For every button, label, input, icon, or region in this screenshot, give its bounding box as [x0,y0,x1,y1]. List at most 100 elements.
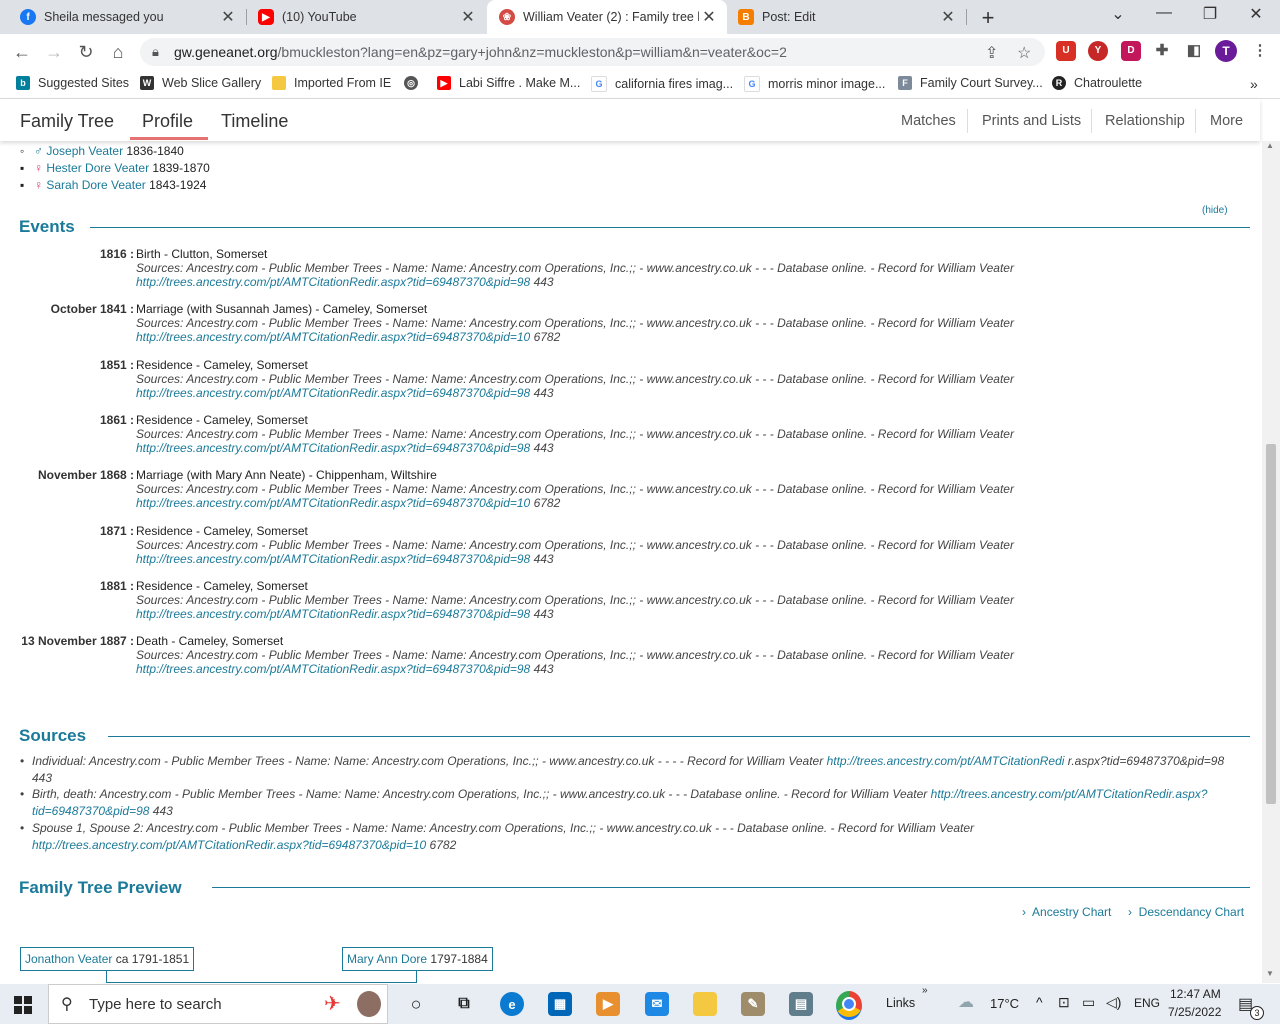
event-source-link[interactable]: http://trees.ancestry.com/pt/AMTCitation… [136,607,530,621]
task-view-icon[interactable]: ⧉ [452,992,476,1016]
app-icon[interactable]: ✎ [741,992,765,1016]
tab-youtube[interactable]: ▶ (10) YouTube ✕ [248,0,486,34]
nav-matches[interactable]: Matches [901,113,956,129]
close-icon[interactable]: ✕ [458,7,478,27]
url-text[interactable]: gw.geneanet.org/bmuckleston?lang=en&pz=g… [174,44,787,60]
tab-blogger[interactable]: B Post: Edit ✕ [728,0,966,34]
descendancy-chart-link[interactable]: › Descendancy Chart [1128,905,1244,919]
event-source-link[interactable]: http://trees.ancestry.com/pt/AMTCitation… [136,441,530,455]
bookmark-item[interactable]: Gmorris minor image... [744,76,885,92]
share-icon[interactable]: ⇪ [985,43,998,63]
menu-icon[interactable]: ⋮ [1250,41,1270,61]
bookmark-item[interactable]: ◎ [404,76,426,90]
tree-person-box[interactable]: Mary Ann Dore 1797-1884 [342,947,493,971]
profile-avatar[interactable]: T [1215,40,1237,62]
bookmark-item[interactable]: ▶ Labi Siffre . Make M... [437,76,580,90]
notification-count[interactable]: 3 [1250,1006,1264,1020]
windows-start-icon[interactable] [14,996,32,1014]
source-link[interactable]: http://trees.ancestry.com/pt/AMTCitation… [32,838,426,852]
clock-date[interactable]: 7/25/2022 [1168,1005,1221,1019]
extension-d-icon[interactable]: D [1121,41,1141,61]
bookmark-item[interactable]: F Family Court Survey... [898,76,1043,90]
hide-events-link[interactable]: (hide) [1202,205,1228,216]
minimize-icon[interactable]: — [1144,4,1184,22]
person-name[interactable]: Jonathon Veater [25,952,112,966]
scroll-up-icon[interactable]: ▲ [1266,141,1274,150]
extension-shield-icon[interactable]: U [1056,41,1076,61]
lock-icon[interactable]: 🔒︎ [152,44,159,60]
restore-icon[interactable]: ❐ [1190,4,1230,24]
tab-facebook[interactable]: f Sheila messaged you ✕ [0,0,246,34]
scroll-down-icon[interactable]: ▼ [1266,969,1274,978]
bookmark-item[interactable]: W Web Slice Gallery [140,76,261,90]
store-icon[interactable]: ▦ [548,992,572,1016]
scrollbar-thumb[interactable] [1266,444,1276,804]
page-scrollbar[interactable]: ▲ ▼ [1262,141,1280,983]
chrome-icon[interactable] [836,991,862,1020]
bookmark-item[interactable]: b Suggested Sites [16,76,129,90]
bookmarks-overflow-icon[interactable]: » [1250,76,1258,92]
blogger-icon: B [738,9,754,25]
person-name[interactable]: Mary Ann Dore [347,952,427,966]
event-source-link[interactable]: http://trees.ancestry.com/pt/AMTCitation… [136,330,530,344]
extension-yab-icon[interactable]: Y [1088,41,1108,61]
ancestry-chart-link[interactable]: › Ancestry Chart [1022,905,1111,919]
device-icon[interactable]: ⊡ [1058,994,1070,1011]
bookmark-star-icon[interactable]: ☆ [1017,43,1031,63]
back-icon[interactable]: ← [10,40,34,64]
language-indicator[interactable]: ENG [1134,996,1160,1010]
address-bar[interactable]: 🔒︎ gw.geneanet.org/bmuckleston?lang=en&p… [140,38,1045,66]
event-source-link[interactable]: http://trees.ancestry.com/pt/AMTCitation… [136,275,530,289]
bookmark-item[interactable]: R Chatroulette [1052,76,1142,90]
tab-search-icon[interactable]: ⌄ [1098,4,1138,24]
nav-relationship[interactable]: Relationship [1105,113,1185,129]
bookmark-label: Chatroulette [1074,76,1143,90]
nav-prints-and-lists[interactable]: Prints and Lists [982,113,1081,129]
nav-more[interactable]: More [1210,113,1243,129]
forward-icon[interactable]: → [42,40,66,64]
close-icon[interactable]: ✕ [938,7,958,27]
file-explorer-icon[interactable] [693,992,717,1016]
child-name-link[interactable]: Hester Dore Veater [46,161,149,175]
bookmark-item[interactable]: Gcalifornia fires imag... [591,76,733,92]
nav-profile[interactable]: Profile [142,111,193,132]
event-source-link[interactable]: http://trees.ancestry.com/pt/AMTCitation… [136,552,530,566]
clock-time[interactable]: 12:47 AM [1170,987,1221,1001]
control-panel-icon[interactable]: ▤ [789,992,813,1016]
side-panel-icon[interactable]: ◧ [1184,41,1204,61]
extensions-puzzle-icon[interactable]: ✚ [1152,41,1172,61]
child-name-link[interactable]: Joseph Veater [46,144,123,158]
tray-chevron-icon[interactable]: ^ [1036,994,1043,1010]
bookmark-item[interactable]: Imported From IE [272,76,391,90]
nav-timeline[interactable]: Timeline [221,111,288,132]
weather-icon[interactable]: ☁ [958,992,974,1012]
source-link[interactable]: http://trees.ancestry.com/pt/AMTCitation… [827,754,1065,768]
edge-icon[interactable]: e [500,992,524,1016]
home-icon[interactable]: ⌂ [106,40,130,64]
taskbar-search-box[interactable]: ⚲ Type here to search ✈ [48,984,388,1024]
close-icon[interactable]: ✕ [699,7,719,27]
network-icon[interactable]: ▭ [1082,994,1095,1011]
reload-icon[interactable]: ↻ [74,40,98,64]
volume-icon[interactable]: ◁) [1106,994,1121,1011]
event-source-line: http://trees.ancestry.com/pt/AMTCitation… [136,275,554,289]
source-text: Individual: Ancestry.com - Public Member… [32,754,827,768]
tree-person-box[interactable]: Jonathon Veater ca 1791-1851 [20,947,195,971]
new-tab-icon[interactable]: + [976,5,1000,31]
event-source-link[interactable]: http://trees.ancestry.com/pt/AMTCitation… [136,662,530,676]
links-overflow-icon[interactable]: » [922,985,928,996]
cortana-icon[interactable]: ○ [404,992,428,1016]
media-player-icon[interactable]: ▶ [596,992,620,1016]
close-window-icon[interactable]: ✕ [1236,4,1276,24]
mail-icon[interactable]: ✉ [645,992,669,1016]
nav-divider [967,109,968,133]
close-icon[interactable]: ✕ [218,7,238,27]
nav-family-tree[interactable]: Family Tree [20,111,114,132]
event-source-link[interactable]: http://trees.ancestry.com/pt/AMTCitation… [136,386,530,400]
temperature[interactable]: 17°C [990,996,1019,1011]
links-toolbar[interactable]: Links [886,996,915,1010]
child-name-link[interactable]: Sarah Dore Veater [46,178,145,192]
event-source-link[interactable]: http://trees.ancestry.com/pt/AMTCitation… [136,496,530,510]
tab-geneanet[interactable]: ❀ William Veater (2) : Family tree by ✕ [487,0,727,34]
chevron-right-icon: › [1128,905,1132,919]
